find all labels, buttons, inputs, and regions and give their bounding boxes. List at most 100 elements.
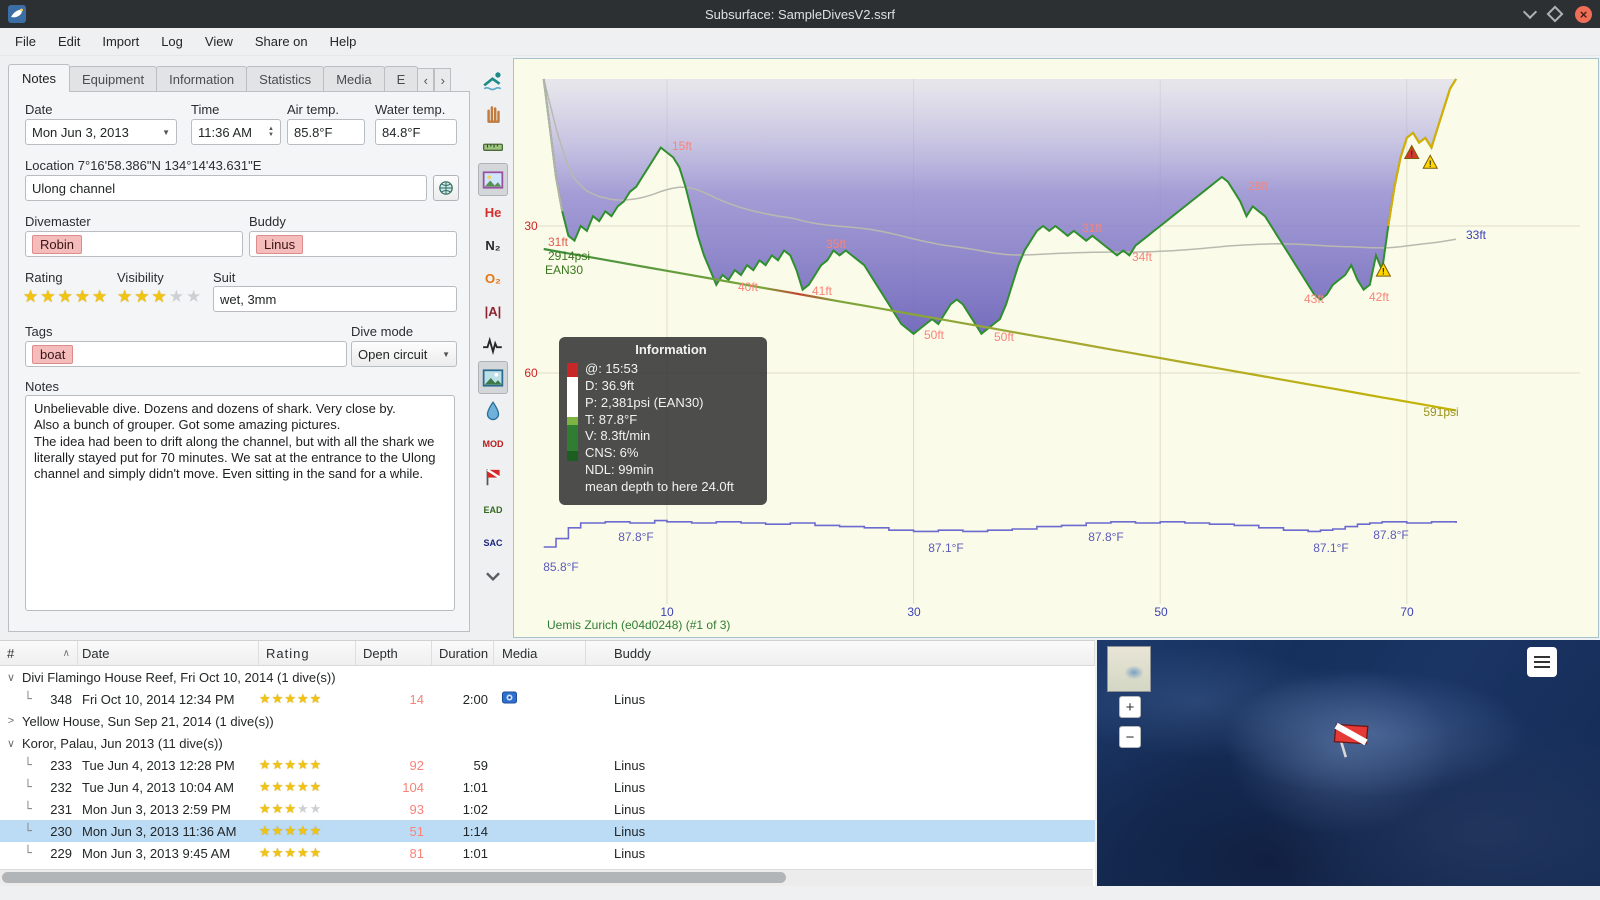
buddy-tag[interactable]: Linus: [256, 234, 304, 254]
date-combobox[interactable]: Mon Jun 3, 2013 ▼: [25, 119, 177, 145]
sac-icon[interactable]: SAC: [478, 526, 508, 559]
star-icon: ★: [296, 757, 310, 772]
divemaster-tag[interactable]: Robin: [32, 234, 82, 254]
visibility-stars[interactable]: ★★★★★: [117, 287, 203, 307]
column-header-buddy[interactable]: Buddy: [586, 641, 1095, 665]
column-header-date[interactable]: Date: [78, 641, 259, 665]
menu-file[interactable]: File: [4, 30, 47, 53]
menu-view[interactable]: View: [194, 30, 244, 53]
horizontal-scrollbar[interactable]: [0, 869, 1093, 886]
rating-stars[interactable]: ★★★★★: [23, 287, 109, 307]
heart-rate-icon[interactable]: [478, 328, 508, 361]
helium-graph-icon[interactable]: He: [478, 196, 508, 229]
photo-toggle-icon[interactable]: [478, 361, 508, 394]
tab-notes[interactable]: Notes: [8, 64, 70, 92]
time-spinner[interactable]: 11:36 AM ▲ ▼: [191, 119, 281, 145]
ruler-icon[interactable]: [478, 130, 508, 163]
column-header-duration[interactable]: Duration: [432, 641, 494, 665]
menu-share-on[interactable]: Share on: [244, 30, 319, 53]
ead-icon[interactable]: EAD: [478, 493, 508, 526]
dive-plan-icon[interactable]: [478, 64, 508, 97]
map-overview-thumbnail[interactable]: [1107, 646, 1151, 692]
star-icon: ★: [284, 823, 297, 838]
show-pictures-icon[interactable]: [478, 163, 508, 196]
star-icon: ★: [284, 845, 297, 860]
location-field[interactable]: Ulong channel: [25, 175, 427, 201]
profile-label: 87.1°F: [1313, 541, 1349, 555]
dive-row[interactable]: └ 232 Tue Jun 4, 2013 10:04 AM ★★★★★ 104 1:01…: [0, 776, 1095, 798]
tab-statistics[interactable]: Statistics: [246, 66, 325, 92]
dive-row[interactable]: └ 230 Mon Jun 3, 2013 11:36 AM ★★★★★ 51 1:14 L…: [0, 820, 1095, 842]
scroll-down-icon[interactable]: [478, 559, 508, 592]
airtemp-field[interactable]: 85.8°F: [287, 119, 365, 145]
suit-field[interactable]: wet, 3mm: [213, 286, 457, 312]
profile-label: 31ft: [547, 235, 569, 249]
profile-label: 60: [524, 366, 538, 380]
zoom-in-button[interactable]: +: [1119, 696, 1141, 718]
dive-row[interactable]: └ 348 Fri Oct 10, 2014 12:34 PM ★★★★★ 14 2:00…: [0, 688, 1095, 710]
nitrogen-graph-icon[interactable]: N₂: [478, 229, 508, 262]
zoom-out-button[interactable]: −: [1119, 726, 1141, 748]
tab-media[interactable]: Media: [323, 66, 385, 92]
buddy-field[interactable]: Linus: [249, 231, 457, 257]
salinity-icon[interactable]: [478, 394, 508, 427]
svg-text:!: !: [1429, 159, 1432, 169]
menu-import[interactable]: Import: [91, 30, 150, 53]
column-header-depth[interactable]: Depth: [356, 641, 432, 665]
title-bar[interactable]: Subsurface: SampleDivesV2.ssrf ×: [0, 0, 1600, 28]
tab-information[interactable]: Information: [156, 66, 248, 92]
hand-stop-icon[interactable]: [478, 97, 508, 130]
media-photo-icon[interactable]: [502, 690, 517, 708]
notes-panel: Date Time Air temp. Water temp. Mon Jun …: [8, 91, 470, 632]
geolocation-button[interactable]: [433, 175, 459, 201]
divemaster-field[interactable]: Robin: [25, 231, 243, 257]
map-panel[interactable]: + −: [1097, 640, 1600, 886]
watertemp-field[interactable]: 84.8°F: [375, 119, 457, 145]
close-icon[interactable]: ×: [1575, 5, 1592, 23]
tab-equipment[interactable]: Equipment: [68, 66, 158, 92]
chevron-down-icon: ▼: [162, 127, 170, 137]
menu-log[interactable]: Log: [150, 30, 194, 53]
star-icon: ★: [259, 757, 272, 772]
expand-arrow-icon[interactable]: >: [4, 715, 18, 727]
maximize-icon[interactable]: [1546, 5, 1564, 23]
dive-duration: 59: [473, 757, 488, 773]
dive-row[interactable]: └ 233 Tue Jun 4, 2013 12:28 PM ★★★★★ 92 59 Lin…: [0, 754, 1095, 776]
column-header-media[interactable]: Media: [494, 641, 586, 665]
dive-rating: ★★★★★: [259, 779, 356, 795]
trip-row[interactable]: > Yellow House, Sun Sep 21, 2014 (1 dive(…: [0, 710, 1095, 732]
trip-row[interactable]: ∨ Divi Flamingo House Reef, Fri Oct 10, 2…: [0, 666, 1095, 688]
tag-boat[interactable]: boat: [32, 344, 74, 364]
oxygen-graph-icon[interactable]: O₂: [478, 262, 508, 295]
star-icon: ★: [259, 845, 272, 860]
scrollbar-thumb[interactable]: [2, 872, 786, 883]
notes-textarea[interactable]: Unbelievable dive. Dozens and dozens of …: [25, 395, 455, 611]
tab-scroll-right-icon[interactable]: ›: [434, 68, 452, 92]
tree-branch-icon: └: [24, 823, 32, 839]
dive-row[interactable]: └ 229 Mon Jun 3, 2013 9:45 AM ★★★★★ 81 1:01 Li…: [0, 842, 1095, 864]
minimize-icon[interactable]: [1522, 4, 1538, 20]
date-value: Mon Jun 3, 2013: [32, 124, 129, 140]
dive-depth: 93: [409, 801, 424, 817]
rating-label: Rating: [25, 270, 63, 285]
dive-flag-marker[interactable]: [1322, 709, 1381, 768]
air-toggle-icon[interactable]: |A|: [478, 295, 508, 328]
tab-scroll-left-icon[interactable]: ‹: [417, 68, 435, 92]
tab-e[interactable]: E: [383, 66, 419, 92]
collapse-arrow-icon[interactable]: ∨: [4, 671, 18, 684]
trip-row[interactable]: ∨ Koror, Palau, Jun 2013 (11 dive(s)): [0, 732, 1095, 754]
map-menu-button[interactable]: [1527, 647, 1557, 677]
dive-profile-panel[interactable]: ! ! ! 30 60 15ft 40ft 35ft 41ft 50ft 50ft 31ft 34…: [513, 58, 1599, 638]
dive-row[interactable]: └ 231 Mon Jun 3, 2013 2:59 PM ★★★★★ 93 1:02 Li…: [0, 798, 1095, 820]
column-header-num[interactable]: # ∧: [0, 641, 78, 665]
dive-flag-icon[interactable]: [478, 460, 508, 493]
menu-edit[interactable]: Edit: [47, 30, 91, 53]
mod-icon[interactable]: MOD: [478, 427, 508, 460]
menu-help[interactable]: Help: [319, 30, 368, 53]
divemode-combobox[interactable]: Open circuit ▼: [351, 341, 457, 367]
tags-field[interactable]: boat: [25, 341, 347, 367]
collapse-arrow-icon[interactable]: ∨: [4, 737, 18, 750]
column-header-rating[interactable]: Rating: [259, 641, 356, 665]
star-icon: ★: [259, 801, 272, 816]
spinner-arrows-icon[interactable]: ▲ ▼: [268, 126, 274, 138]
